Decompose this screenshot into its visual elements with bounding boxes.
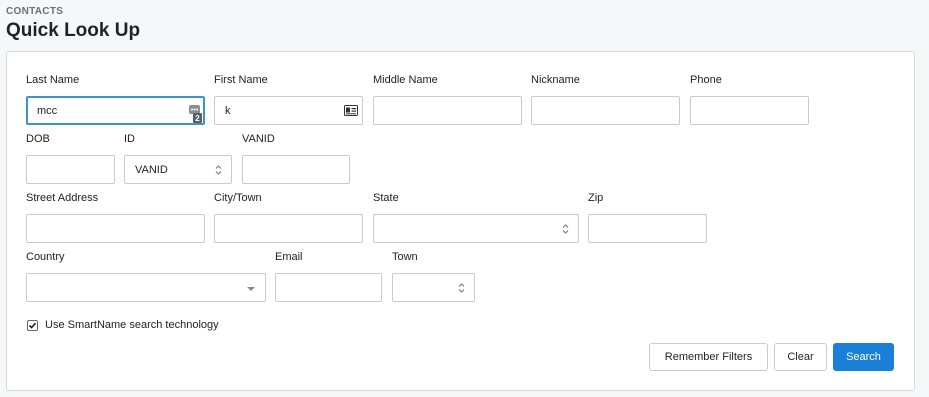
email-box[interactable] <box>275 273 382 302</box>
nickname-input[interactable] <box>542 97 649 124</box>
zip-field: Zip <box>588 191 707 243</box>
street-address-box[interactable] <box>26 214 205 243</box>
state-field: State <box>373 191 579 243</box>
middle-name-field: Middle Name <box>373 73 522 125</box>
smartname-checkbox[interactable] <box>27 319 38 331</box>
state-select[interactable] <box>373 214 579 243</box>
dob-label: DOB <box>26 133 50 145</box>
middle-name-input[interactable] <box>384 97 491 124</box>
dob-input[interactable] <box>37 156 84 183</box>
email-field: Email <box>275 250 382 302</box>
vanid-input[interactable] <box>253 156 319 183</box>
search-button[interactable]: Search <box>833 343 894 371</box>
breadcrumb: CONTACTS <box>6 6 64 17</box>
phone-field: Phone <box>690 73 809 125</box>
phone-input[interactable] <box>701 97 778 124</box>
city-town-label: City/Town <box>214 192 262 204</box>
nickname-field: Nickname <box>531 73 680 125</box>
zip-label: Zip <box>588 192 604 204</box>
updown-arrows-icon <box>562 224 569 234</box>
page-title: Quick Look Up <box>6 20 141 41</box>
chevron-down-icon <box>247 287 255 291</box>
street-address-label: Street Address <box>26 192 99 204</box>
middle-name-box[interactable] <box>373 96 522 125</box>
dob-field: DOB <box>26 132 115 184</box>
first-name-label: First Name <box>214 74 268 86</box>
dob-box[interactable] <box>26 155 115 184</box>
middle-name-label: Middle Name <box>373 74 438 86</box>
nickname-label: Nickname <box>531 74 580 86</box>
vanid-box[interactable] <box>242 155 350 184</box>
email-input[interactable] <box>286 274 351 301</box>
last-name-box[interactable]: 2 <box>26 96 205 125</box>
match-count-badge: 2 <box>195 114 200 123</box>
first-name-input[interactable] <box>225 97 332 124</box>
id-label: ID <box>124 133 135 145</box>
smartname-option[interactable]: Use SmartName search technology <box>27 318 219 332</box>
password-manager-icon[interactable]: 2 <box>189 105 202 123</box>
email-label: Email <box>275 251 303 263</box>
last-name-field: Last Name 2 <box>26 73 205 125</box>
last-name-input[interactable] <box>37 97 174 124</box>
remember-filters-button[interactable]: Remember Filters <box>649 343 768 371</box>
first-name-field: First Name <box>214 73 363 125</box>
id-select-value: VANID <box>135 164 168 176</box>
quick-lookup-panel: Last Name 2 First Name Middle Name <box>6 51 915 391</box>
clear-button[interactable]: Clear <box>774 343 827 371</box>
id-select[interactable]: VANID <box>124 155 232 184</box>
phone-box[interactable] <box>690 96 809 125</box>
checkmark-icon <box>28 322 37 329</box>
country-field: Country <box>26 250 266 302</box>
city-town-input[interactable] <box>225 215 332 242</box>
vanid-field: VANID <box>242 132 350 184</box>
town-select[interactable] <box>392 273 475 302</box>
id-field: ID VANID <box>124 132 232 184</box>
last-name-label: Last Name <box>26 74 80 86</box>
zip-input[interactable] <box>599 215 676 242</box>
phone-label: Phone <box>690 74 722 86</box>
updown-arrows-icon <box>458 283 465 293</box>
street-address-field: Street Address <box>26 191 205 243</box>
city-town-field: City/Town <box>214 191 363 243</box>
town-label: Town <box>392 251 418 263</box>
state-label: State <box>373 192 399 204</box>
updown-arrows-icon <box>215 165 222 175</box>
first-name-box[interactable] <box>214 96 363 125</box>
vanid-label: VANID <box>242 133 275 145</box>
nickname-box[interactable] <box>531 96 680 125</box>
zip-box[interactable] <box>588 214 707 243</box>
street-address-input[interactable] <box>37 215 174 242</box>
smartname-label: Use SmartName search technology <box>45 319 219 331</box>
city-town-box[interactable] <box>214 214 363 243</box>
country-select[interactable] <box>26 273 266 302</box>
contact-card-icon[interactable] <box>344 105 358 116</box>
country-label: Country <box>26 251 65 263</box>
town-field: Town <box>392 250 475 302</box>
